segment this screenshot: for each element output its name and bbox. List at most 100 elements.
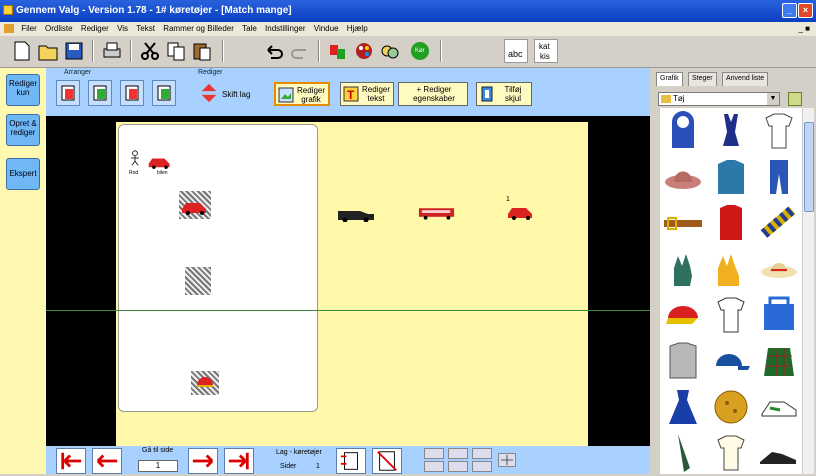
belt-icon[interactable] [660,200,706,246]
red-cap-icon[interactable] [660,292,706,338]
cut-button[interactable] [138,39,162,63]
copy-button[interactable] [164,39,188,63]
rediger-grafik-button[interactable]: Rediger grafik [274,82,330,106]
tilfoej-skjul-button[interactable]: Tilføj skjul [476,82,532,106]
first-page-button[interactable] [56,448,86,474]
arrange-front-button[interactable] [56,80,80,106]
green-tie-icon[interactable] [660,430,706,476]
last-page-button[interactable] [224,448,254,474]
align-middle-button[interactable] [448,461,468,472]
align-bottom-button[interactable] [472,461,492,472]
blue-jacket-icon[interactable] [708,154,754,200]
blue-bag-icon[interactable] [756,292,802,338]
canvas[interactable]: Rod bilen 1 [46,116,650,446]
menu-hjaelp[interactable]: Hjælp [344,22,371,36]
sun-hat-icon[interactable] [756,246,802,292]
arrange-forward-button[interactable] [88,80,112,106]
grey-blazer-icon[interactable] [660,338,706,384]
white-shirt-icon[interactable] [756,108,802,154]
menu-indstillinger[interactable]: Indstillinger [262,22,308,36]
green-glove-icon[interactable] [660,246,706,292]
chevron-down-icon[interactable]: ▼ [767,93,779,105]
rediger-egenskaber-button[interactable]: + Rediger egenskaber [398,82,468,106]
spelling-button[interactable]: abc [504,39,528,63]
menu-filer[interactable]: Filer [18,22,40,36]
menu-rammer[interactable]: Rammer og Billeder [160,22,237,36]
ekspert-button[interactable]: Ekspert [6,158,40,190]
page-order-button[interactable] [336,448,366,474]
page-number-field[interactable]: 1 [138,460,178,472]
tab-anvend-liste[interactable]: Anvend liste [722,72,769,86]
kilt-icon[interactable] [756,338,802,384]
redo-button[interactable] [288,39,312,63]
kat-kis-button[interactable]: kat kis [534,39,558,63]
menu-vindue[interactable]: Vindue [311,22,342,36]
scarf-icon[interactable] [756,200,802,246]
blue-jeans-icon[interactable] [756,154,802,200]
move-button[interactable] [498,453,516,467]
next-page-button[interactable] [188,448,218,474]
red-bus-icon[interactable] [418,206,456,220]
close-button[interactable]: × [798,3,813,18]
red-car-icon [148,158,170,169]
rediger-tekst-label: Rediger tekst [361,85,390,103]
open-button[interactable] [36,39,60,63]
menu-rediger[interactable]: Rediger [78,22,112,36]
rediger-tekst-button[interactable]: T Rediger tekst [340,82,394,106]
previous-page-button[interactable] [92,448,122,474]
category-dropdown[interactable]: Tøj ▼ [658,92,780,106]
red-car-icon[interactable] [506,204,536,220]
arrange-backward-button[interactable] [120,80,144,106]
menu-vis[interactable]: Vis [114,22,131,36]
blue-cap-icon[interactable] [708,338,754,384]
swimsuit-icon[interactable] [708,108,754,154]
shirt-outline-icon[interactable] [708,292,754,338]
print-button[interactable] [100,39,124,63]
mdi-controls[interactable]: _ ■ [798,22,810,36]
delete-page-button[interactable] [372,448,402,474]
shapes-button[interactable] [378,39,402,63]
undo-button[interactable] [262,39,286,63]
tab-steger[interactable]: Steger [688,72,717,86]
blue-hoodie-icon[interactable] [660,108,706,154]
align-horizontal-button[interactable] [424,448,444,459]
brown-hat-icon[interactable] [660,154,706,200]
car-label: bilen [157,170,168,176]
save-button[interactable] [62,39,86,63]
align-top-button[interactable] [424,461,444,472]
cream-shirt-icon[interactable] [708,430,754,476]
palette-button[interactable] [352,39,376,63]
run-button[interactable]: Kør [408,39,432,63]
page-card[interactable]: Rod bilen [118,124,318,412]
drop-target-2[interactable] [185,267,211,295]
yellow-gloves-icon[interactable] [708,246,754,292]
scrollbar-thumb[interactable] [804,122,814,212]
black-jeep-icon[interactable] [336,206,376,222]
red-coat-icon[interactable] [708,200,754,246]
kis-label: kis [540,52,550,61]
blue-dress-icon[interactable] [660,384,706,430]
menu-ordliste[interactable]: Ordliste [42,22,76,36]
folder-up-button[interactable] [788,92,802,106]
tab-grafik[interactable]: Grafik [656,72,683,86]
black-shoes-icon[interactable] [756,430,802,476]
menu-tale[interactable]: Tale [239,22,260,36]
new-document-button[interactable] [10,39,34,63]
drop-target-3[interactable] [191,371,219,395]
paste-button[interactable] [190,39,214,63]
arrow-right-icon [192,454,214,468]
color-button[interactable] [326,39,350,63]
rediger-kun-button[interactable]: Rediger kun [6,74,40,106]
opret-rediger-button[interactable]: Opret & rediger [6,114,40,146]
grid-scrollbar[interactable] [802,108,814,474]
skift-lag-button[interactable]: Skift lag [198,80,256,106]
arrange-back-button[interactable] [152,80,176,106]
align-spread-button[interactable] [472,448,492,459]
category-value: Tøj [673,94,685,103]
menu-tekst[interactable]: Tekst [133,22,158,36]
button-icon[interactable] [708,384,754,430]
align-center-button[interactable] [448,448,468,459]
minimize-button[interactable]: _ [782,3,797,18]
drop-target-1[interactable] [179,191,211,219]
sneaker-icon[interactable] [756,384,802,430]
